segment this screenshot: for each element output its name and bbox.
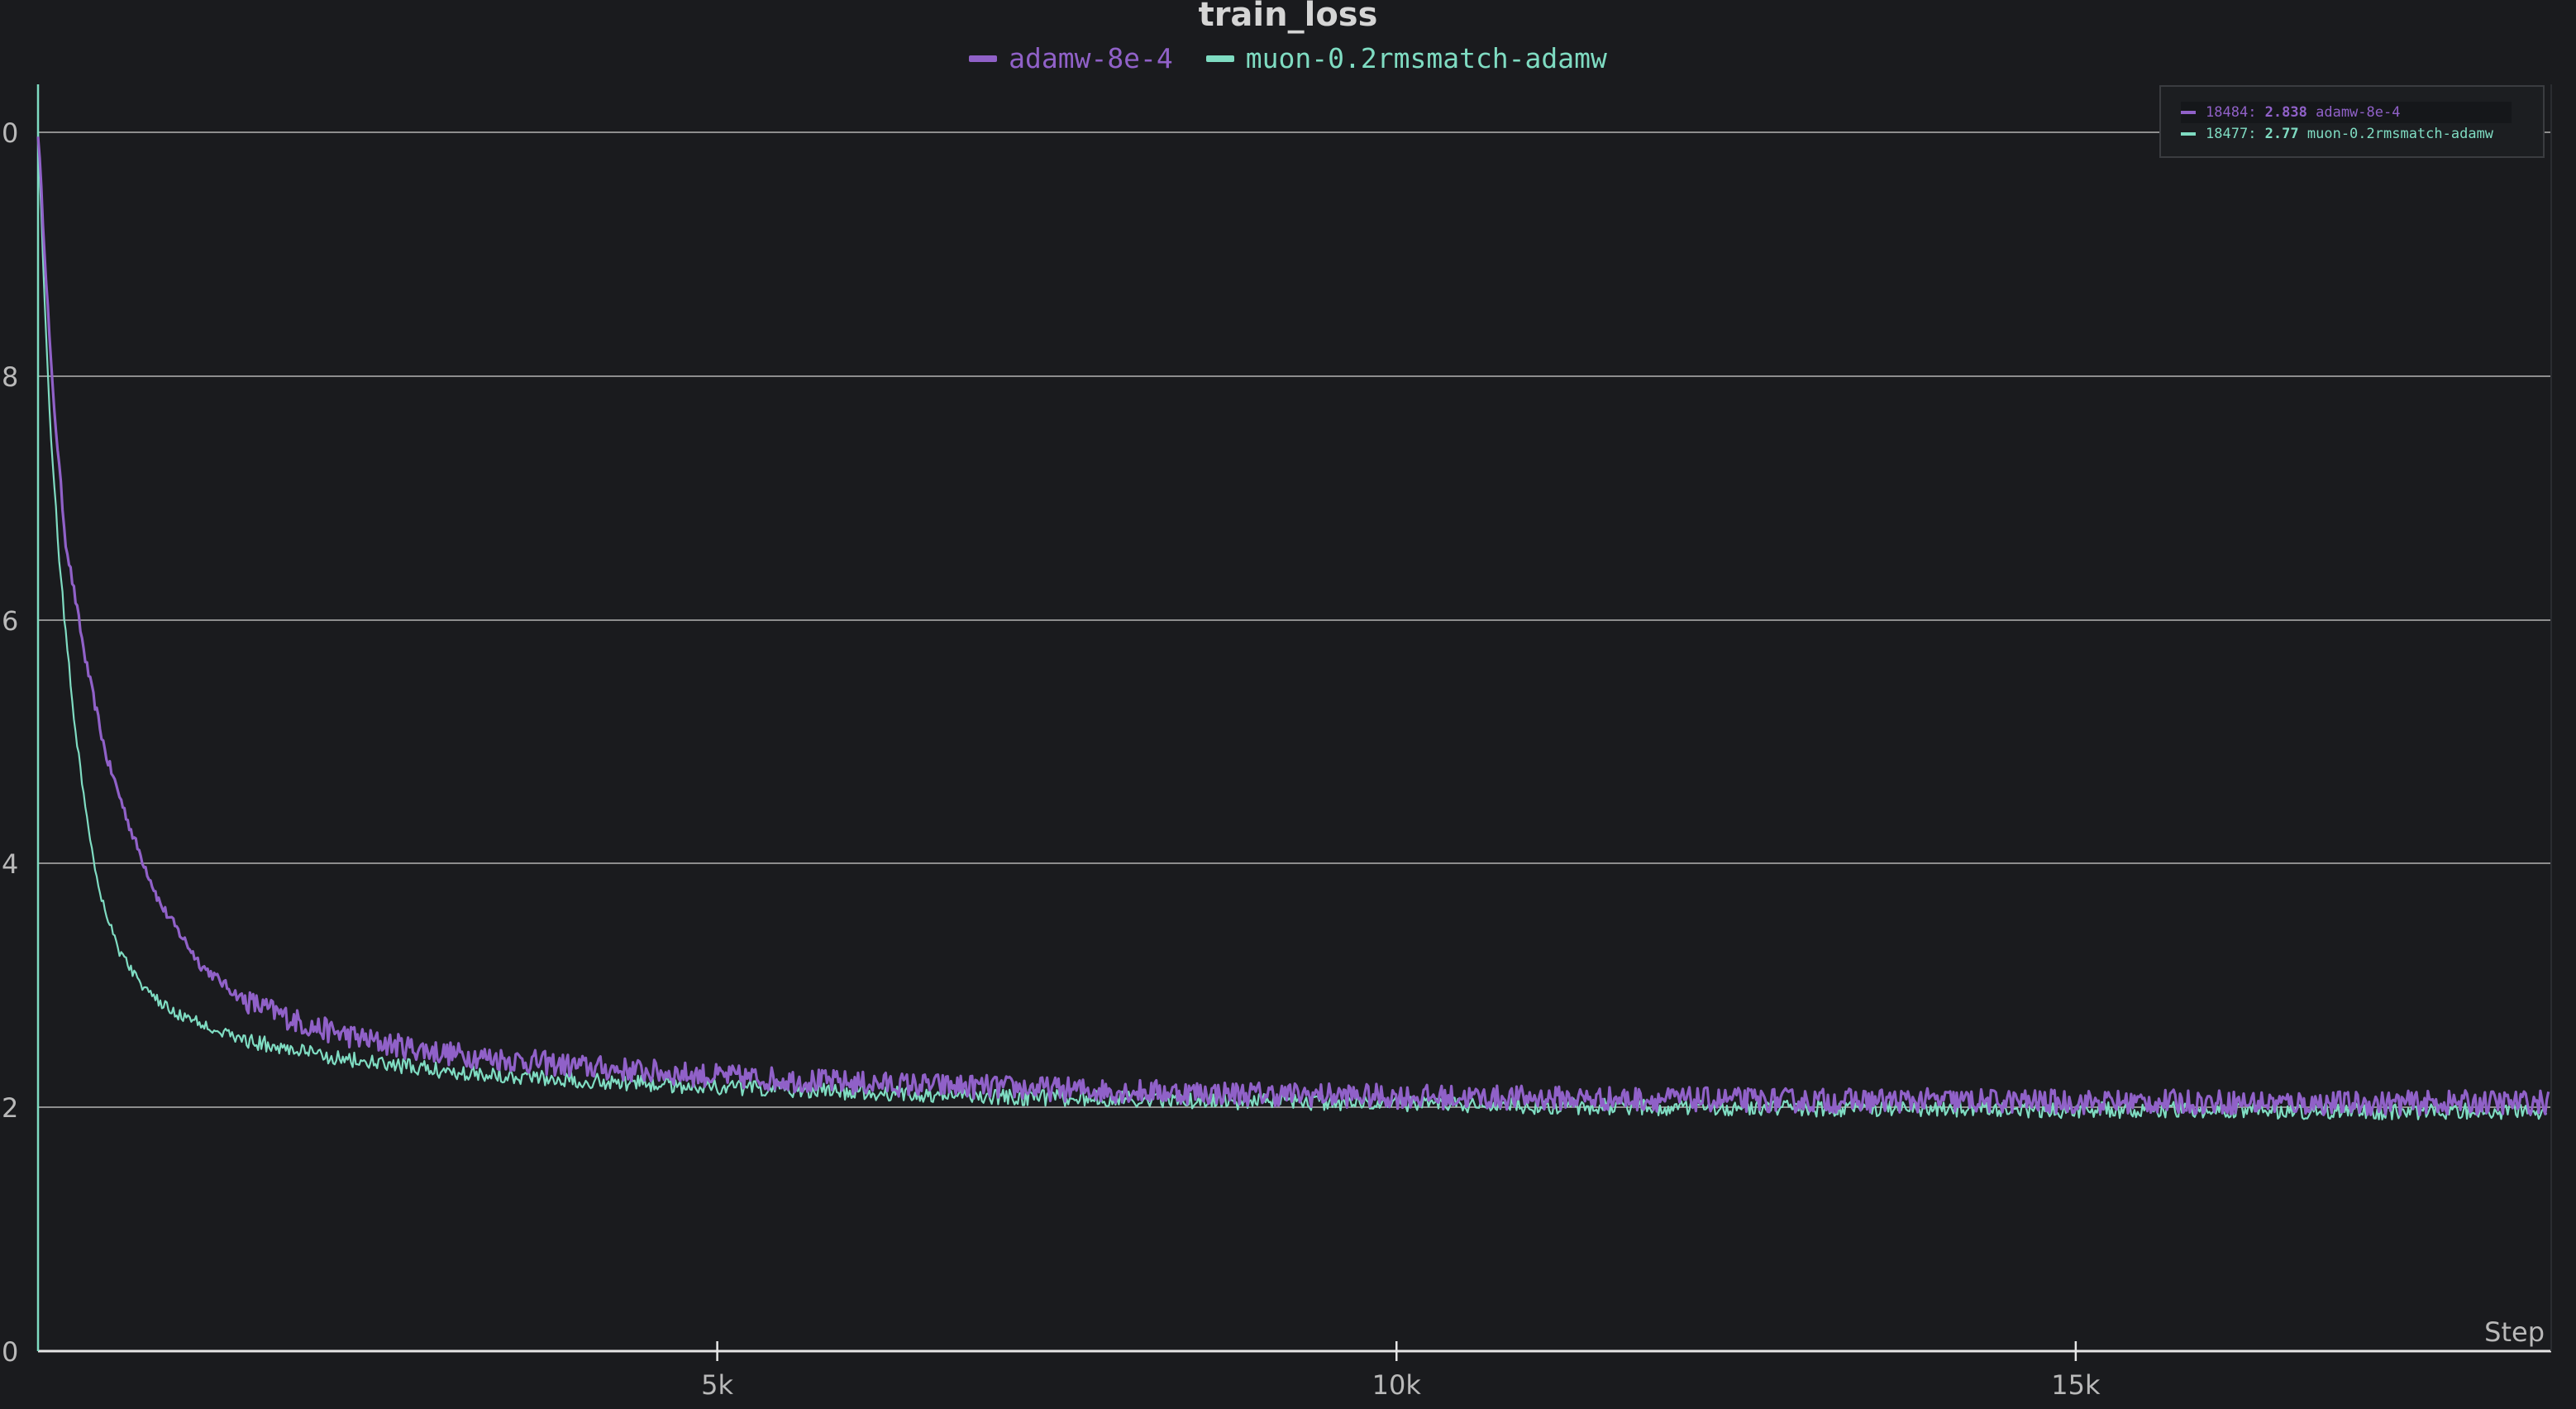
tooltip-step-adamw: 18484 [2206, 104, 2249, 121]
y-tick-label: 4 [2, 848, 18, 880]
tooltip-name-adamw: adamw-8e-4 [2316, 104, 2401, 121]
tooltip-value-muon: 2.77 [2264, 126, 2299, 142]
legend: adamw-8e-4 muon-0.2rmsmatch-adamw [0, 40, 2576, 78]
legend-label-muon: muon-0.2rmsmatch-adamw [1245, 42, 1607, 74]
series-line-muon [36, 131, 2548, 1120]
tooltip-value-adamw: 2.838 [2264, 104, 2307, 121]
legend-swatch-muon [1205, 55, 1234, 62]
legend-label-adamw: adamw-8e-4 [1009, 42, 1173, 74]
tooltip-row-muon: 18477: 2.77 muon-0.2rmsmatch-adamw [2181, 123, 2543, 145]
y-tick-label: 6 [2, 605, 18, 637]
tooltip-name-muon: muon-0.2rmsmatch-adamw [2306, 126, 2494, 142]
x-tick-label: 15k [2051, 1369, 2101, 1401]
legend-item-muon[interactable]: muon-0.2rmsmatch-adamw [1205, 40, 1607, 78]
y-tick-label: 2 [2, 1092, 18, 1124]
y-tick-label: 8 [2, 361, 18, 393]
chart-panel: 0 2 4 6 8 0 5k 10k 15k Step train_loss adamw-8e-4… [0, 0, 2576, 1409]
x-tick-label: 10k [1372, 1369, 1422, 1401]
series-line-adamw [36, 136, 2550, 1117]
legend-item-adamw[interactable]: adamw-8e-4 [969, 40, 1173, 78]
tooltip-swatch-muon [2181, 132, 2196, 136]
chart-title: train_loss [1198, 0, 1378, 34]
x-axis-label: Step [2484, 1316, 2545, 1348]
tooltip-sep-adamw: : [2248, 104, 2265, 121]
plot-area[interactable]: 0 2 4 6 8 0 5k 10k 15k Step [0, 0, 2576, 1409]
tooltip-swatch-adamw [2181, 111, 2196, 114]
legend-swatch-adamw [969, 55, 998, 62]
tooltip-row-adamw: 18484: 2.838 adamw-8e-4 [2181, 102, 2512, 123]
hover-tooltip: 18484: 2.838 adamw-8e-4 18477: 2.77 muon… [2159, 85, 2545, 158]
tooltip-step-muon: 18477 [2206, 126, 2249, 142]
tooltip-sep-muon: : [2248, 126, 2265, 142]
x-tick-label: 5k [701, 1369, 733, 1401]
y-tick-label: 0 [2, 1336, 18, 1368]
y-tick-label: 0 [2, 117, 18, 149]
